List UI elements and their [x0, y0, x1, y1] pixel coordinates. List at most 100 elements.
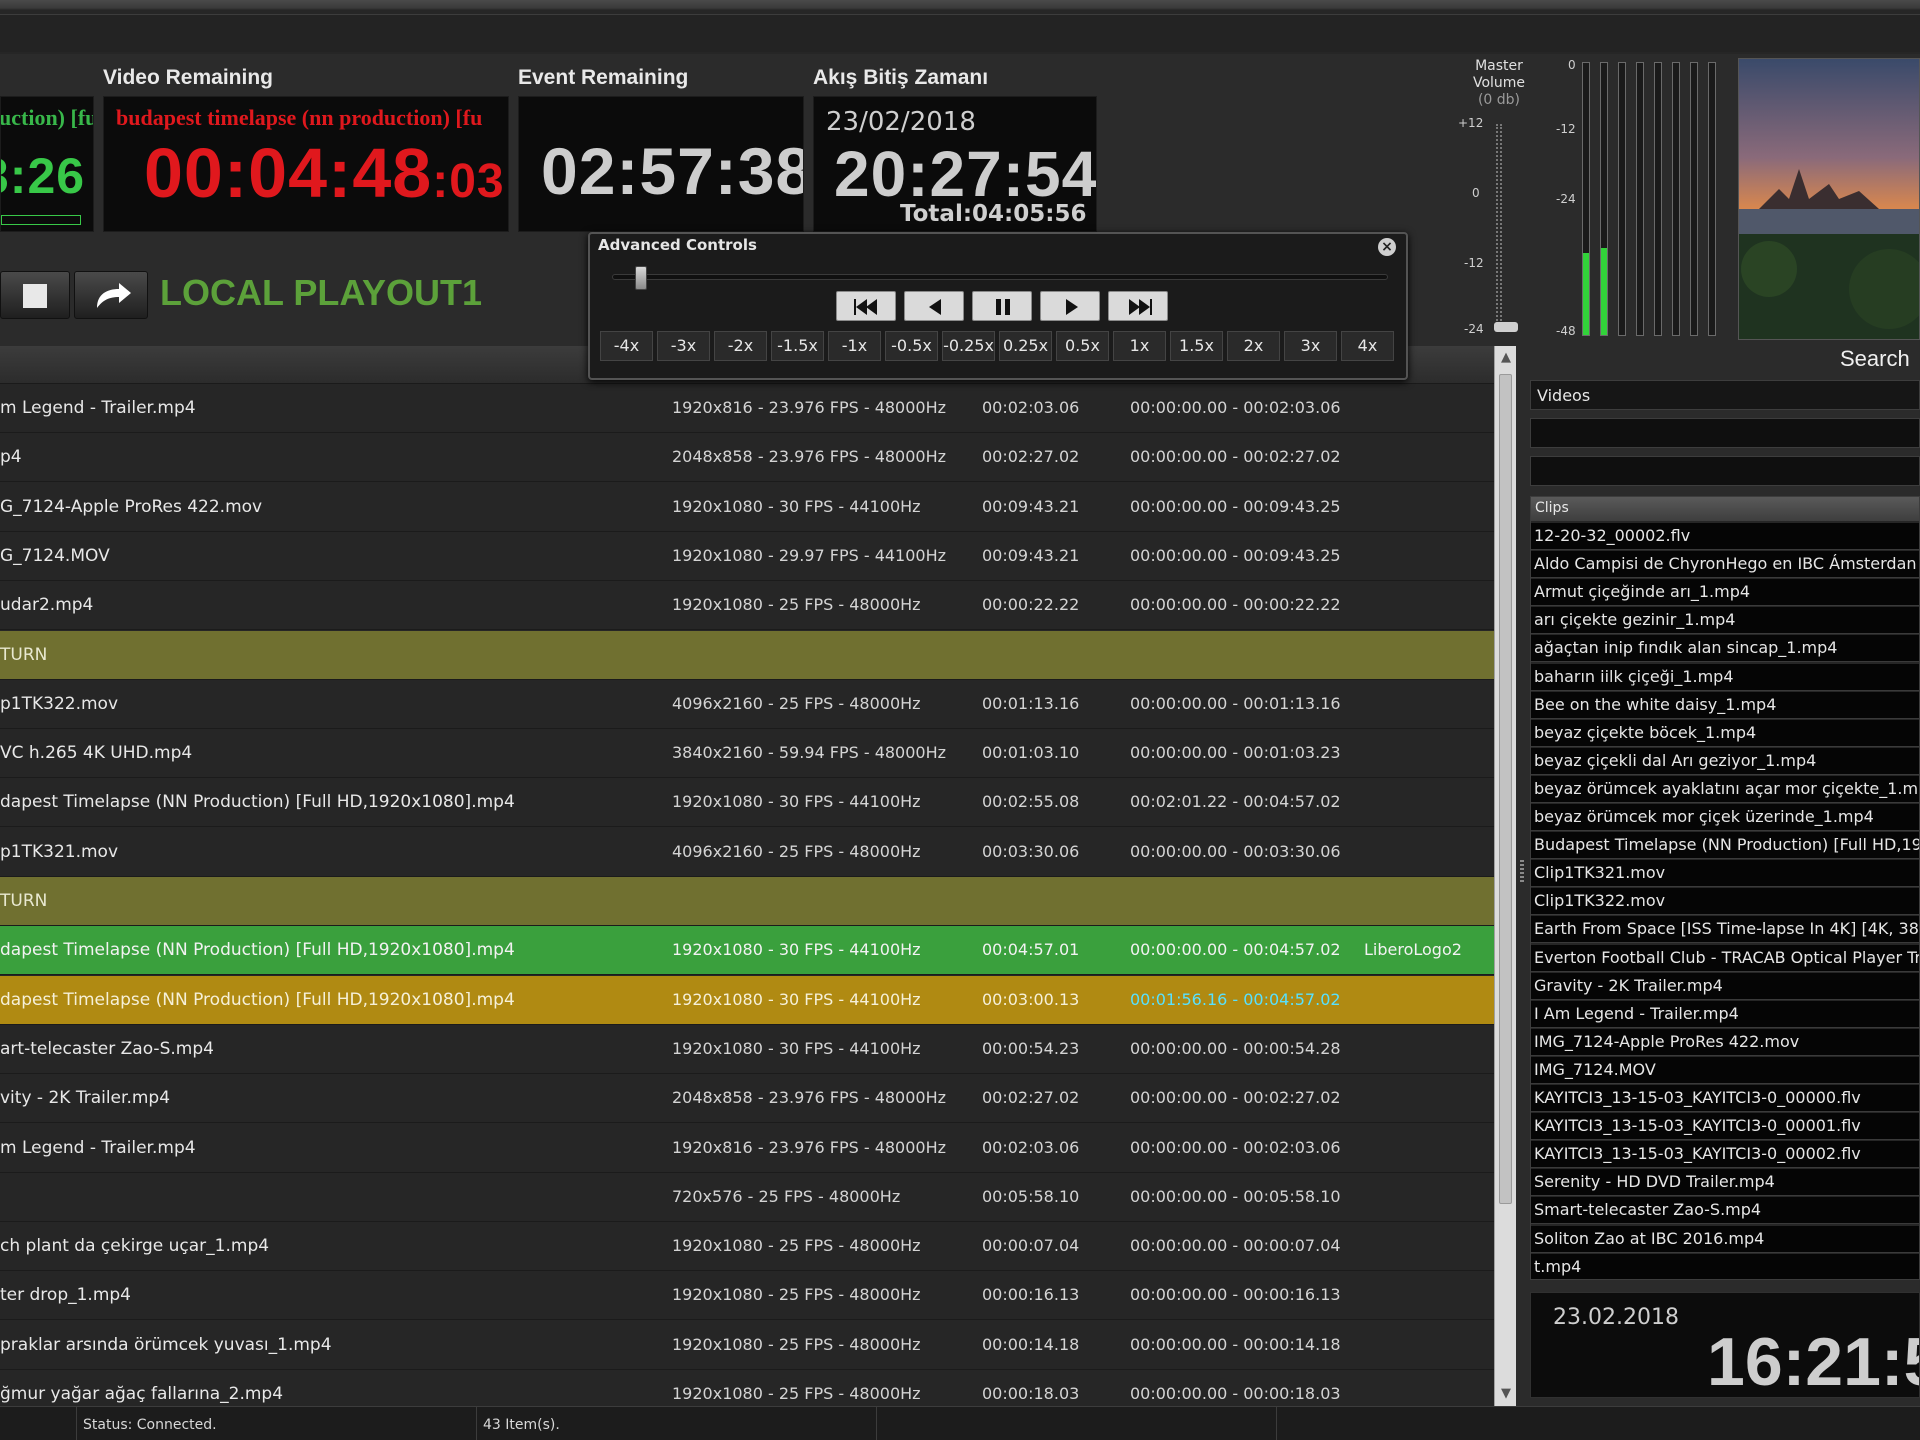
playlist-cell-format: 1920x1080 - 25 FPS - 48000Hz	[672, 1285, 921, 1305]
clip-list-item[interactable]: 12-20-32_00002.flv	[1531, 523, 1919, 550]
clip-list-item[interactable]: Soliton Zao at IBC 2016.mp4	[1531, 1225, 1919, 1253]
scrollbar-thumb[interactable]	[1499, 374, 1512, 1204]
audio-level-meter	[1690, 62, 1698, 336]
clip-list-item[interactable]: beyaz örümcek ayaklatını açar mor çiçekt…	[1531, 775, 1919, 803]
clip-list-item[interactable]: ağaçtan inip fındık alan sincap_1.mp4	[1531, 635, 1919, 663]
speed-button[interactable]: 0.25x	[999, 331, 1052, 361]
clip-list-item[interactable]: Clip1TK322.mov	[1531, 888, 1919, 916]
speed-button[interactable]: 1.5x	[1170, 331, 1223, 361]
fader-scale-label: -12	[1464, 256, 1484, 270]
clip-list-item[interactable]: I Am Legend - Trailer.mp4	[1531, 1000, 1919, 1028]
playlist-row[interactable]: m Legend - Trailer.mp4 1920x816 - 23.976 …	[0, 1124, 1494, 1173]
speed-button[interactable]: -1x	[828, 331, 881, 361]
playlist-row[interactable]: G_7124.MOV 1920x1080 - 29.97 FPS - 44100H…	[0, 532, 1494, 581]
fast-rewind-button[interactable]	[836, 291, 896, 321]
playlist-row[interactable]: praklar arsında örümcek yuvası_1.mp4 1920…	[0, 1321, 1494, 1370]
clip-list-item[interactable]: Budapest Timelapse (NN Production) [Full…	[1531, 832, 1919, 860]
clip-list-item[interactable]: arı çiçekte gezinir_1.mp4	[1531, 607, 1919, 635]
fast-forward-icon	[1129, 299, 1152, 315]
playlist-row[interactable]: p4 2048x858 - 23.976 FPS - 48000Hz 00:02:2…	[0, 433, 1494, 483]
speed-button[interactable]: -1.5x	[771, 331, 824, 361]
playlist-cell-range: 00:00:00.00 - 00:00:16.13	[1130, 1285, 1341, 1305]
clip-list-item[interactable]: baharın iilk çiçeği_1.mp4	[1531, 663, 1919, 691]
stop-button[interactable]	[0, 271, 70, 319]
playlist-cell-format: 1920x1080 - 30 FPS - 44100Hz	[672, 792, 921, 812]
master-volume-fader-handle[interactable]	[1494, 322, 1518, 332]
playlist-cell-format: 3840x2160 - 59.94 FPS - 48000Hz	[672, 743, 947, 763]
playlist-row[interactable]: m Legend - Trailer.mp4 1920x816 - 23.976 …	[0, 384, 1494, 433]
splitter-grip[interactable]	[1520, 860, 1524, 884]
speed-button[interactable]: 3x	[1284, 331, 1337, 361]
clip-list-item[interactable]: Aldo Campisi de ChyronHego en IBC Ámster…	[1531, 551, 1919, 579]
playlist-cell-range: 00:00:00.00 - 00:00:18.03	[1130, 1384, 1341, 1403]
step-back-button[interactable]	[904, 291, 964, 321]
search-input[interactable]	[1530, 456, 1920, 486]
speed-button[interactable]: 2x	[1227, 331, 1280, 361]
clip-list-item[interactable]: beyaz çiçekli dal Arı geziyor_1.mp4	[1531, 747, 1919, 775]
playlist-row[interactable]: dapest Timelapse (NN Production) [Full H…	[0, 778, 1494, 828]
playlist-row[interactable]: udar2.mp4 1920x1080 - 25 FPS - 48000Hz 00:…	[0, 581, 1494, 631]
pause-button[interactable]	[972, 291, 1032, 321]
playlist-row[interactable]: vity - 2K Trailer.mp4 2048x858 - 23.976 F…	[0, 1074, 1494, 1124]
clip-list-item[interactable]: KAYITCI3_13-15-03_KAYITCI3-0_00001.flv	[1531, 1113, 1919, 1141]
playlist-separator-row[interactable]: TURN	[0, 877, 1494, 926]
clip-list-item[interactable]: Smart-telecaster Zao-S.mp4	[1531, 1197, 1919, 1225]
playlist-cell-range: 00:00:00.00 - 00:03:30.06	[1130, 841, 1341, 861]
speed-button[interactable]: -3x	[657, 331, 710, 361]
filter-input[interactable]	[1530, 418, 1920, 448]
clip-list-item[interactable]: Clip1TK321.mov	[1531, 860, 1919, 888]
clip-list-item[interactable]: KAYITCI3_13-15-03_KAYITCI3-0_00000.flv	[1531, 1085, 1919, 1112]
playlist-cell-format: 1920x816 - 23.976 FPS - 48000Hz	[672, 1137, 947, 1157]
playlist-separator-row[interactable]: TURN	[0, 630, 1494, 680]
play-icon	[1066, 299, 1078, 315]
playlist-row-next[interactable]: dapest Timelapse (NN Production) [Full H…	[0, 975, 1494, 1025]
clip-list-item[interactable]: Gravity - 2K Trailer.mp4	[1531, 972, 1919, 1000]
playlist-row[interactable]: p1TK321.mov 4096x2160 - 25 FPS - 48000Hz 0…	[0, 828, 1494, 877]
playlist-row[interactable]: art-telecaster Zao-S.mp4 1920x1080 - 30 F…	[0, 1025, 1494, 1074]
clip-list-item[interactable]: t.mp4	[1531, 1253, 1919, 1279]
seek-slider-handle[interactable]	[635, 266, 648, 290]
scroll-up-icon[interactable]: ▲	[1498, 350, 1514, 366]
scroll-down-icon[interactable]: ▼	[1498, 1386, 1514, 1402]
close-icon[interactable]: ×	[1378, 238, 1396, 256]
playlist-cell-format: 4096x2160 - 25 FPS - 48000Hz	[672, 693, 921, 713]
playlist-row[interactable]: ter drop_1.mp4 1920x1080 - 25 FPS - 48000…	[0, 1271, 1494, 1321]
playlist-cell-name: udar2.mp4	[0, 595, 94, 616]
clip-list-item[interactable]: Serenity - HD DVD Trailer.mp4	[1531, 1169, 1919, 1197]
playlist-row[interactable]: ch plant da çekirge uçar_1.mp4 1920x1080 …	[0, 1222, 1494, 1272]
speed-button[interactable]: 4x	[1341, 331, 1394, 361]
playlist-scrollbar[interactable]: ▲ ▼	[1494, 346, 1516, 1406]
speed-button[interactable]: 1x	[1113, 331, 1166, 361]
speed-button[interactable]: -0.5x	[885, 331, 938, 361]
fast-forward-button[interactable]	[1108, 291, 1168, 321]
master-volume-fader-track[interactable]	[1496, 124, 1502, 324]
playlist-row[interactable]: p1TK322.mov 4096x2160 - 25 FPS - 48000Hz 0…	[0, 680, 1494, 729]
clip-list-item[interactable]: beyaz örümcek mor çiçek üzerinde_1.mp4	[1531, 804, 1919, 831]
clip-list-item[interactable]: Earth From Space [ISS Time-lapse In 4K] …	[1531, 916, 1919, 944]
speed-button[interactable]: -4x	[600, 331, 653, 361]
speed-button[interactable]: -0.25x	[942, 331, 995, 361]
playlist-cell-duration: 00:02:03.06	[982, 398, 1080, 417]
playlist-row[interactable]: 720x576 - 25 FPS - 48000Hz 00:05:58.10 00:…	[0, 1173, 1494, 1222]
skip-next-button[interactable]	[74, 271, 148, 319]
search-label[interactable]: Search	[1840, 346, 1910, 372]
playlist-row[interactable]: VC h.265 4K UHD.mp4 3840x2160 - 59.94 FPS…	[0, 729, 1494, 779]
fader-scale-label: +12	[1458, 116, 1484, 130]
clock-time: 16:21:5	[1707, 1324, 1920, 1398]
clip-list-item[interactable]: IMG_7124.MOV	[1531, 1056, 1919, 1084]
clip-list-item[interactable]: Armut çiçeğinde arı_1.mp4	[1531, 579, 1919, 607]
speed-button[interactable]: -2x	[714, 331, 767, 361]
clip-list-item[interactable]: beyaz çiçekte böcek_1.mp4	[1531, 719, 1919, 747]
playlist-row[interactable]: ğmur yağar ağaç fallarına_2.mp4 1920x1080…	[0, 1370, 1494, 1406]
clip-list-item[interactable]: IMG_7124-Apple ProRes 422.mov	[1531, 1028, 1919, 1056]
seek-slider-track[interactable]	[612, 274, 1388, 280]
play-button[interactable]	[1040, 291, 1100, 321]
clip-list-item[interactable]: KAYITCI3_13-15-03_KAYITCI3-0_00002.flv	[1531, 1141, 1919, 1169]
previous-clip-title: uction) [fu	[0, 105, 94, 130]
category-selector[interactable]: Videos	[1530, 380, 1920, 410]
playlist-row[interactable]: G_7124-Apple ProRes 422.mov 1920x1080 - 3…	[0, 483, 1494, 532]
speed-button[interactable]: 0.5x	[1056, 331, 1109, 361]
clip-list-item[interactable]: Everton Football Club - TRACAB Optical P…	[1531, 944, 1919, 972]
clip-list-item[interactable]: Bee on the white daisy_1.mp4	[1531, 691, 1919, 719]
playlist-row-on-air[interactable]: dapest Timelapse (NN Production) [Full H…	[0, 926, 1494, 976]
